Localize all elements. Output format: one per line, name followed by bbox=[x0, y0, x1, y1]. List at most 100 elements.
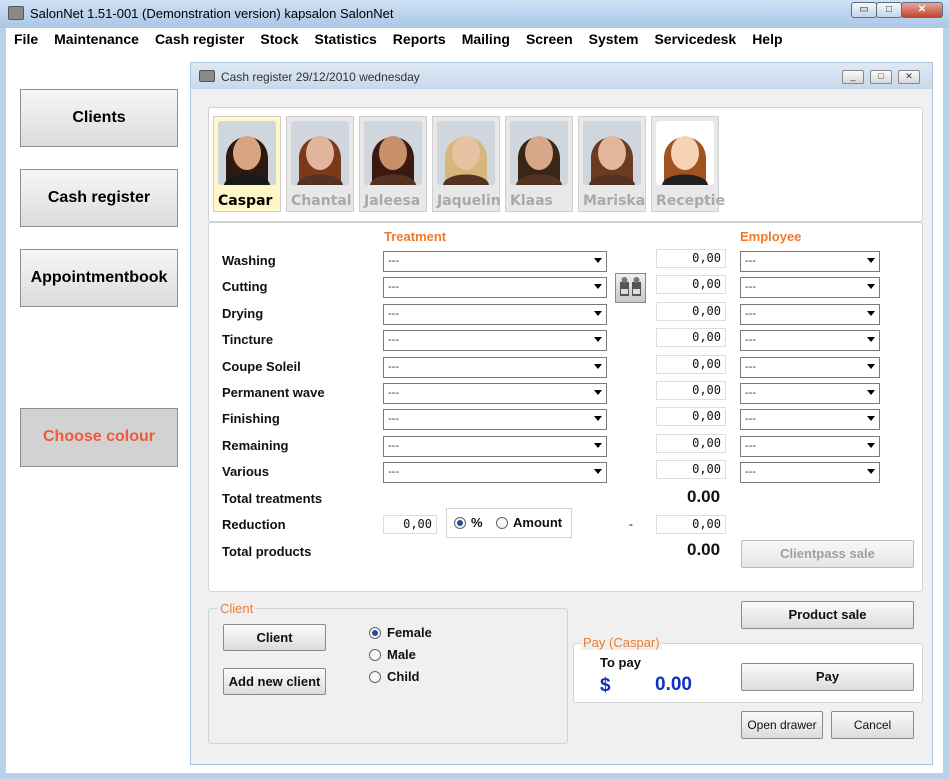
treatment-amount-field[interactable]: 0,00 bbox=[656, 354, 726, 374]
employee-select[interactable]: --- bbox=[740, 303, 880, 325]
menu-item-file[interactable]: File bbox=[6, 28, 46, 50]
treatment-select[interactable]: --- bbox=[383, 303, 607, 325]
menu-item-mailing[interactable]: Mailing bbox=[454, 28, 518, 50]
female-radio[interactable] bbox=[369, 627, 381, 639]
treatment-amount-field[interactable]: 0,00 bbox=[656, 407, 726, 427]
treatment-select[interactable]: --- bbox=[383, 251, 607, 272]
employee-avatar-caspar[interactable]: Caspar bbox=[213, 116, 281, 212]
child-radio[interactable] bbox=[369, 671, 381, 683]
product-sale-button[interactable]: Product sale bbox=[741, 601, 914, 629]
menu-bar: File Maintenance Cash register Stock Statist… bbox=[6, 28, 943, 50]
client-button[interactable]: Client bbox=[223, 624, 326, 651]
employee-value: --- bbox=[745, 387, 756, 399]
copy-icon[interactable] bbox=[615, 273, 646, 303]
employee-value: --- bbox=[745, 360, 756, 373]
chevron-down-icon bbox=[867, 337, 875, 343]
total-treatments-value: 0.00 bbox=[687, 487, 721, 506]
chevron-down-icon bbox=[594, 284, 602, 290]
reduction-amount-field[interactable]: 0,00 bbox=[656, 515, 726, 534]
reduction-input[interactable]: 0,00 bbox=[383, 515, 437, 534]
employee-select[interactable]: --- bbox=[740, 409, 880, 431]
employee-name: Mariska bbox=[583, 193, 646, 209]
total-products-value: 0.00 bbox=[687, 540, 721, 559]
reduction-type-group: % Amount bbox=[446, 508, 572, 538]
employee-photo-icon bbox=[291, 121, 349, 185]
minus-sign: - bbox=[629, 517, 633, 531]
treatment-select[interactable]: --- bbox=[383, 356, 607, 378]
treatment-select[interactable]: --- bbox=[383, 383, 607, 404]
employee-select[interactable]: --- bbox=[740, 251, 880, 272]
close-button[interactable]: ✕ bbox=[901, 2, 943, 18]
add-new-client-button[interactable]: Add new client bbox=[223, 668, 326, 695]
child-titlebar[interactable]: Cash register 29/12/2010 wednesday _ □ ✕ bbox=[191, 63, 932, 89]
treatment-select[interactable]: --- bbox=[383, 277, 607, 299]
employee-select[interactable]: --- bbox=[740, 356, 880, 378]
employee-select[interactable]: --- bbox=[740, 383, 880, 404]
employee-value: --- bbox=[745, 281, 756, 294]
treatment-amount-field[interactable]: 0,00 bbox=[656, 249, 726, 268]
menu-item-servicedesk[interactable]: Servicedesk bbox=[646, 28, 744, 50]
employee-name: Receptie bbox=[656, 193, 726, 209]
appointmentbook-button[interactable]: Appointmentbook bbox=[20, 249, 178, 307]
menu-item-cash-register[interactable]: Cash register bbox=[147, 28, 252, 50]
window-titlebar[interactable]: SalonNet 1.51-001 (Demonstration version… bbox=[0, 0, 949, 28]
employee-avatar-mariska[interactable]: Mariska bbox=[578, 116, 646, 212]
menu-item-screen[interactable]: Screen bbox=[518, 28, 581, 50]
treatment-select[interactable]: --- bbox=[383, 435, 607, 457]
employee-avatar-jaquelin[interactable]: Jaquelin bbox=[432, 116, 501, 212]
menu-item-statistics[interactable]: Statistics bbox=[307, 28, 385, 50]
cash-register-window: Cash register 29/12/2010 wednesday _ □ ✕… bbox=[190, 62, 933, 765]
clients-button[interactable]: Clients bbox=[20, 89, 178, 147]
employee-photo-icon bbox=[218, 121, 276, 185]
employee-avatar-jaleesa[interactable]: Jaleesa bbox=[359, 116, 427, 212]
child-close-button[interactable]: ✕ bbox=[898, 70, 920, 84]
treatment-select[interactable]: --- bbox=[383, 330, 607, 352]
employee-value: --- bbox=[745, 307, 756, 320]
maximize-button[interactable]: □ bbox=[876, 2, 902, 18]
pay-button[interactable]: Pay bbox=[741, 663, 914, 691]
treatment-select[interactable]: --- bbox=[383, 409, 607, 431]
treatment-amount-field[interactable]: 0,00 bbox=[656, 381, 726, 400]
cash-register-icon bbox=[199, 70, 215, 82]
pay-legend: Pay (Caspar) bbox=[581, 635, 662, 650]
treatment-amount-field[interactable]: 0,00 bbox=[656, 275, 726, 295]
employee-value: --- bbox=[745, 439, 756, 452]
treatment-amount-field[interactable]: 0,00 bbox=[656, 433, 726, 453]
treatment-panel: Treatment Employee Washing --- 0,00 --- … bbox=[208, 222, 923, 592]
treatment-amount-field[interactable]: 0,00 bbox=[656, 328, 726, 348]
child-minimize-button[interactable]: _ bbox=[842, 70, 864, 84]
chevron-down-icon bbox=[867, 310, 875, 316]
treatment-amount-field[interactable]: 0,00 bbox=[656, 460, 726, 480]
employee-select[interactable]: --- bbox=[740, 462, 880, 484]
minimize-button[interactable]: ▭ bbox=[851, 2, 877, 18]
treatment-amount-field[interactable]: 0,00 bbox=[656, 301, 726, 321]
menu-item-stock[interactable]: Stock bbox=[252, 28, 306, 50]
amount-radio[interactable] bbox=[496, 517, 508, 529]
male-label: Male bbox=[387, 647, 416, 662]
clientpass-sale-button[interactable]: Clientpass sale bbox=[741, 540, 914, 568]
cash-register-button[interactable]: Cash register bbox=[20, 169, 178, 227]
employee-avatar-receptie[interactable]: Receptie bbox=[651, 116, 725, 212]
employee-avatar-klaas[interactable]: Klaas bbox=[505, 116, 573, 212]
employee-select[interactable]: --- bbox=[740, 277, 880, 299]
menu-item-maintenance[interactable]: Maintenance bbox=[46, 28, 147, 50]
female-label: Female bbox=[387, 625, 432, 640]
percent-radio[interactable] bbox=[454, 517, 466, 529]
employee-photo-icon bbox=[656, 121, 714, 185]
employee-avatar-chantal[interactable]: Chantal bbox=[286, 116, 354, 212]
cancel-button[interactable]: Cancel bbox=[831, 711, 914, 739]
choose-colour-button[interactable]: Choose colour bbox=[20, 408, 178, 467]
chevron-down-icon bbox=[594, 363, 602, 369]
open-drawer-button[interactable]: Open drawer bbox=[741, 711, 823, 739]
menu-item-help[interactable]: Help bbox=[744, 28, 790, 50]
male-radio[interactable] bbox=[369, 649, 381, 661]
employee-select[interactable]: --- bbox=[740, 330, 880, 352]
employee-select[interactable]: --- bbox=[740, 435, 880, 457]
menu-item-system[interactable]: System bbox=[581, 28, 647, 50]
chevron-down-icon bbox=[594, 390, 602, 395]
child-maximize-button[interactable]: □ bbox=[870, 70, 892, 84]
treatment-select[interactable]: --- bbox=[383, 462, 607, 484]
chevron-down-icon bbox=[594, 469, 602, 475]
treatment-label: Coupe Soleil bbox=[222, 358, 301, 374]
menu-item-reports[interactable]: Reports bbox=[385, 28, 454, 50]
